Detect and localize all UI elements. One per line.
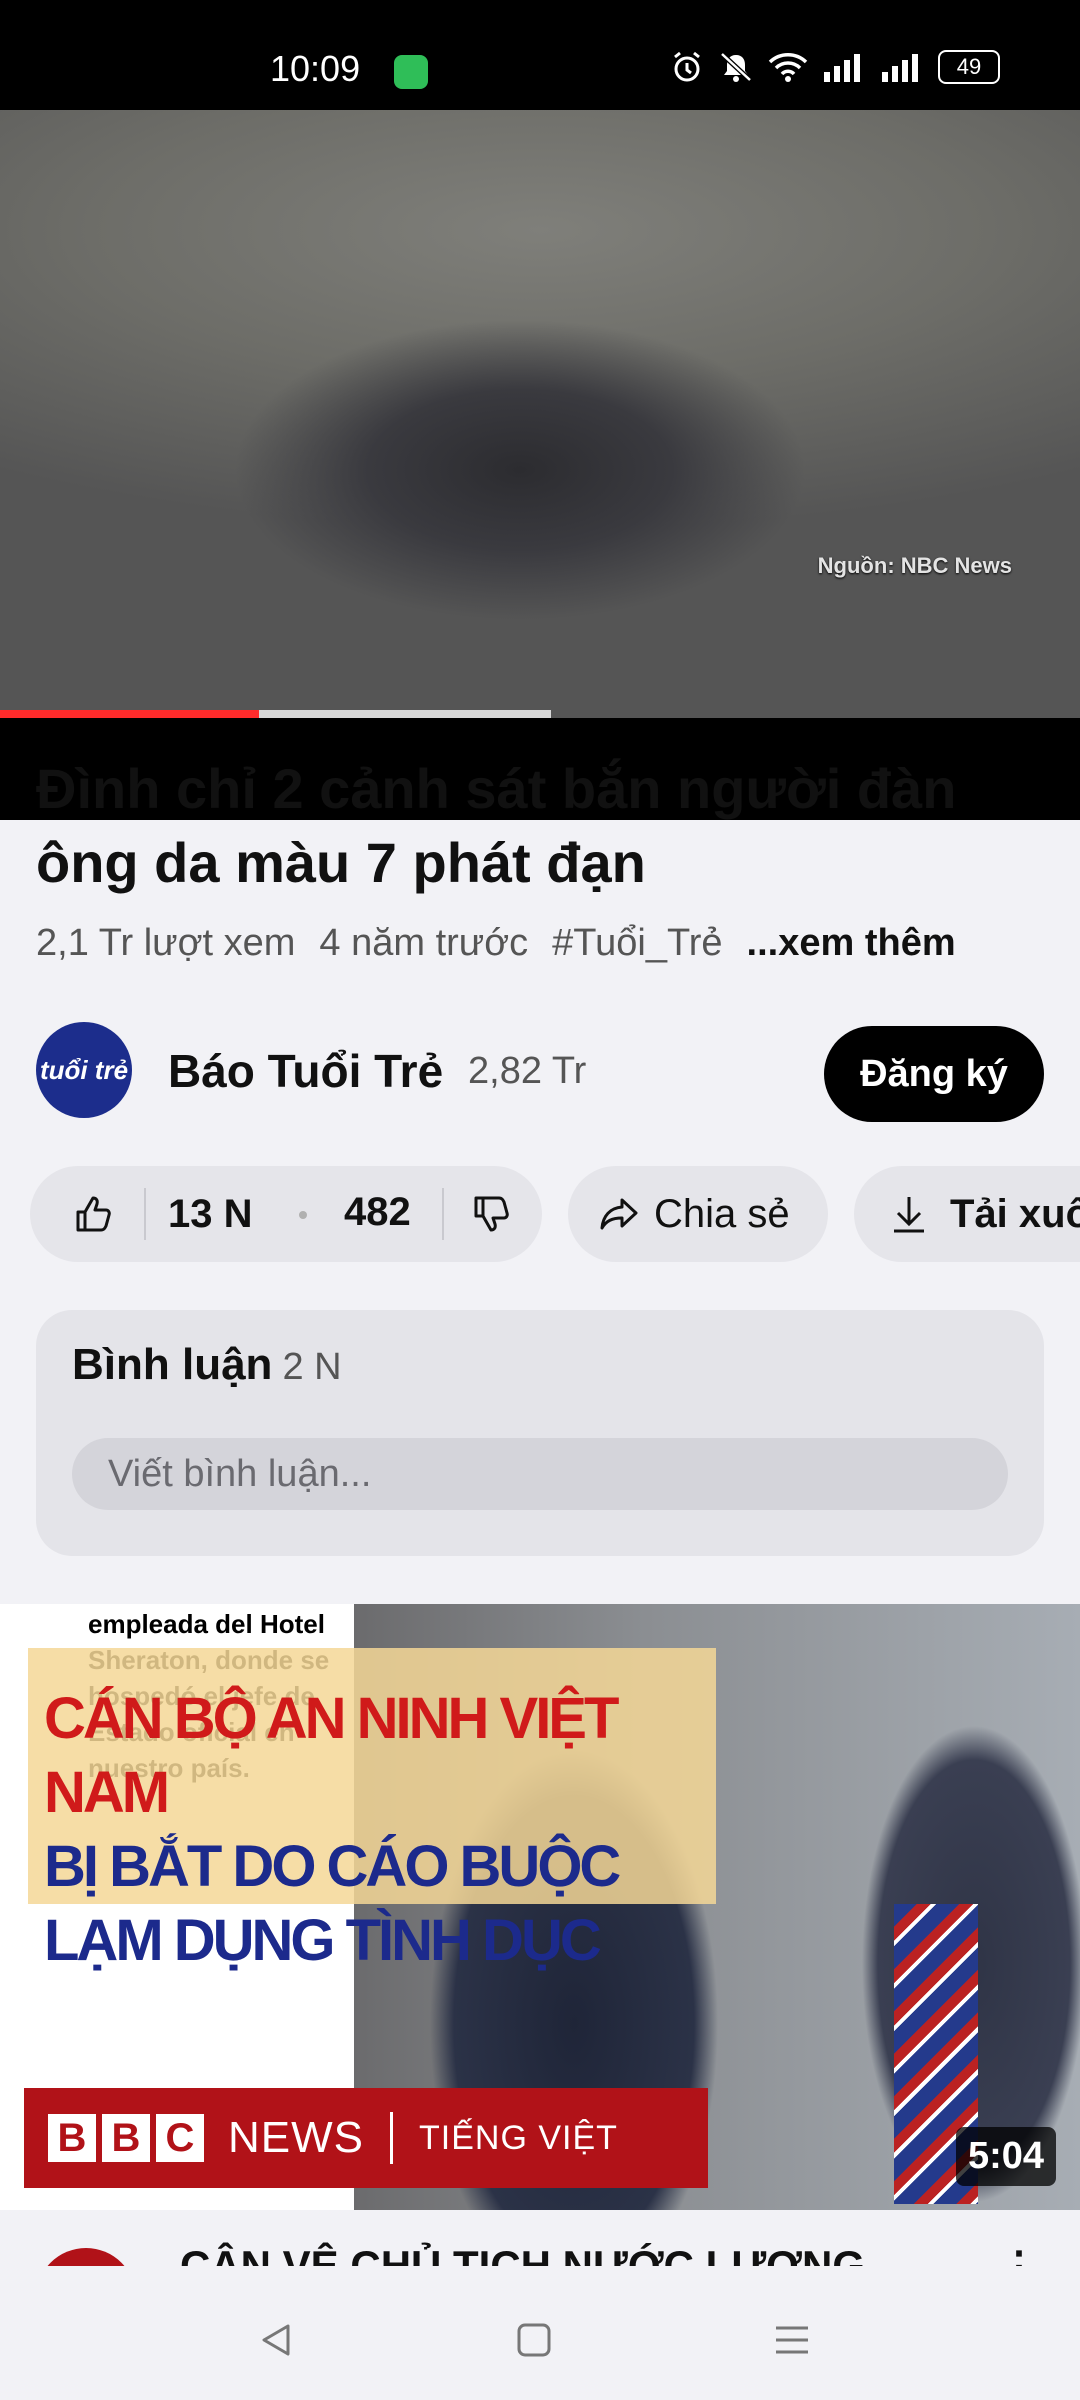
separator-dot [299, 1211, 307, 1219]
channel-avatar[interactable]: tuổi trẻ [36, 1022, 132, 1118]
headline-line-3: LẠM DỤNG TÌNH DỤC [44, 1908, 602, 1973]
show-more-link[interactable]: ...xem thêm [747, 922, 956, 965]
back-icon[interactable] [246, 2310, 306, 2370]
bbc-blocks: B B C [48, 2114, 204, 2162]
status-icons: 49 [670, 50, 1000, 84]
hashtag-link[interactable]: #Tuổi_Trẻ [552, 922, 722, 965]
download-icon [890, 1193, 928, 1235]
dislike-button[interactable] [442, 1166, 542, 1262]
divider [144, 1188, 146, 1240]
status-time: 10:09 [270, 48, 361, 89]
share-icon [598, 1194, 640, 1234]
subscriber-count: 2,82 Tr [468, 1050, 587, 1092]
bbc-block: C [156, 2114, 204, 2162]
dislike-count: 482 [344, 1190, 411, 1234]
channel-name[interactable]: Báo Tuổi Trẻ [168, 1044, 443, 1098]
system-nav-bar [0, 2266, 1080, 2400]
home-icon[interactable] [504, 2310, 564, 2370]
comments-title: Bình luận [72, 1340, 273, 1389]
view-count: 2,1 Tr lượt xem [36, 922, 296, 964]
signal-icon [880, 52, 924, 82]
video-source-label: Nguồn: NBC News [817, 553, 1012, 578]
share-button[interactable]: Chia sẻ [568, 1166, 828, 1262]
bbc-divider [390, 2112, 393, 2164]
download-label: Tải xuống [950, 1191, 1080, 1236]
thumbs-up-icon [74, 1194, 114, 1234]
action-bar: 13 N 482 Chia sẻ Tải xuống [30, 1166, 1080, 1262]
next-channel-avatar[interactable] [36, 2248, 136, 2266]
alarm-icon [670, 50, 704, 84]
channel-row: tuổi trẻ Báo Tuổi Trẻ 2,82 Tr Đăng ký [36, 1020, 1044, 1122]
thumbnail-headline: CÁN BỘ AN NINH VIỆT NAM BỊ BẮT DO CÁO BU… [44, 1682, 724, 1978]
video-duration: 5:04 [955, 2127, 1056, 2186]
more-options-icon[interactable]: ⋮ [998, 2242, 1040, 2266]
headline-line-1: CÁN BỘ AN NINH VIỆT NAM [44, 1686, 619, 1825]
video-player[interactable]: Nguồn: NBC News [0, 110, 1080, 820]
bbc-language: TIẾNG VIỆT [419, 2118, 618, 2157]
comments-header: Bình luận 2 N [72, 1340, 342, 1390]
next-video-info[interactable]: CẬN VỆ CHỦ TỊCH NƯỚC LƯƠNG ⋮ [0, 2210, 1080, 2266]
comments-section[interactable]: Bình luận 2 N [36, 1310, 1044, 1556]
download-button[interactable]: Tải xuống [854, 1166, 1080, 1262]
bbc-block: B [102, 2114, 150, 2162]
battery-icon: 49 [938, 50, 1000, 84]
share-label: Chia sẻ [654, 1191, 790, 1236]
video-progress-bar[interactable] [0, 710, 1080, 718]
mute-icon [718, 50, 754, 84]
bbc-news-text: NEWS [228, 2113, 364, 2162]
next-video-thumbnail[interactable]: empleada del Hotel Sheraton, donde se ho… [0, 1604, 1080, 2210]
like-count: 13 N [168, 1191, 253, 1236]
status-bar: 10:09 49 [0, 0, 1080, 110]
recents-icon[interactable] [762, 2310, 822, 2370]
next-video-title[interactable]: CẬN VỆ CHỦ TỊCH NƯỚC LƯƠNG [180, 2242, 865, 2266]
like-dislike-group: 13 N 482 [30, 1166, 542, 1262]
message-icon [394, 55, 428, 89]
headline-line-2: BỊ BẮT DO CÁO BUỘC [44, 1834, 621, 1899]
wifi-icon [768, 51, 808, 83]
like-button[interactable]: 13 N [30, 1166, 330, 1262]
progress-buffered [259, 710, 551, 718]
progress-played [0, 710, 260, 718]
bbc-news-logo: B B C NEWS TIẾNG VIỆT [24, 2088, 708, 2188]
signal-icon [822, 52, 866, 82]
video-meta[interactable]: 2,1 Tr lượt xem 4 năm trước #Tuổi_Trẻ ..… [36, 922, 956, 965]
comment-input[interactable] [72, 1438, 1008, 1510]
subscribe-button[interactable]: Đăng ký [824, 1026, 1044, 1122]
bbc-block: B [48, 2114, 96, 2162]
upload-age: 4 năm trước [319, 922, 529, 964]
video-title[interactable]: Đình chỉ 2 cảnh sát bắn người đàn ông da… [36, 752, 1046, 900]
comments-count: 2 N [282, 1346, 342, 1388]
thumbs-down-icon [472, 1194, 512, 1234]
